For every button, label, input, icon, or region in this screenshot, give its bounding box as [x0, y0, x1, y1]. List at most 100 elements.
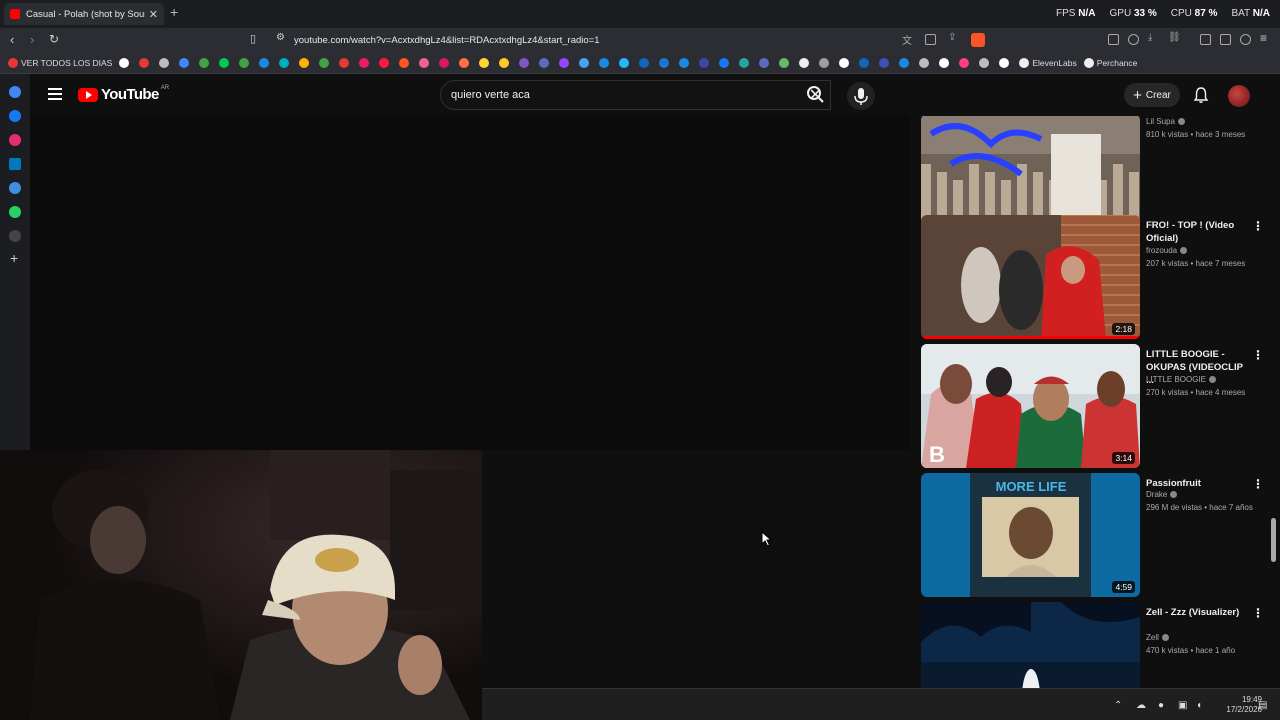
bookmark-item[interactable]: [639, 57, 652, 68]
bookmark-item[interactable]: [339, 57, 352, 68]
video-player[interactable]: [30, 116, 910, 450]
video-thumbnail[interactable]: MORE LIFE 4:59: [921, 473, 1140, 597]
bookmark-item[interactable]: [819, 57, 832, 68]
volume-icon[interactable]: ◖: [1196, 700, 1202, 711]
microphone-tray-icon[interactable]: ●: [1158, 700, 1164, 711]
trello-icon[interactable]: [9, 158, 21, 170]
system-clock[interactable]: 19:49 17/2/2026: [1226, 695, 1262, 715]
bookmark-item[interactable]: [659, 57, 672, 68]
channel-name[interactable]: LITTLE BOOGIE: [1146, 375, 1217, 384]
bookmark-item[interactable]: [959, 57, 972, 68]
bookmark-item[interactable]: [859, 57, 872, 68]
video-title[interactable]: Passionfruit: [1146, 477, 1246, 490]
notification-center-icon[interactable]: ▤: [1258, 700, 1267, 711]
bookmark-item[interactable]: [259, 57, 272, 68]
bookmark-item[interactable]: ElevenLabs: [1019, 57, 1077, 68]
bookmark-item[interactable]: [239, 57, 252, 68]
search-button[interactable]: [800, 80, 832, 110]
bookmark-item[interactable]: VER TODOS LOS DIAS: [8, 57, 112, 68]
translate-icon[interactable]: 文: [902, 32, 913, 47]
address-bar[interactable]: ⚙ youtube.com/watch?v=AcxtxdhgLz4&list=R…: [272, 31, 992, 49]
bookmark-item[interactable]: [459, 57, 472, 68]
url-text[interactable]: youtube.com/watch?v=AcxtxdhgLz4&list=RDA…: [294, 35, 599, 46]
settings-icon[interactable]: [9, 230, 21, 242]
download-icon[interactable]: ⤓: [1148, 32, 1159, 43]
whatsapp-icon[interactable]: [9, 206, 21, 218]
bookmark-item[interactable]: [799, 57, 812, 68]
bookmark-item[interactable]: [839, 57, 852, 68]
extensions-icon[interactable]: [1108, 34, 1119, 45]
hamburger-menu-icon[interactable]: [48, 88, 62, 100]
bookmark-item[interactable]: [739, 57, 752, 68]
bookmark-item[interactable]: [899, 57, 912, 68]
music-icon[interactable]: [1200, 34, 1211, 45]
tray-overflow-icon[interactable]: ⌃: [1114, 700, 1122, 711]
bookmark-item[interactable]: [979, 57, 992, 68]
more-options-icon[interactable]: ⋮: [1252, 219, 1264, 233]
instagram-icon[interactable]: [9, 134, 21, 146]
bookmark-item[interactable]: [179, 57, 192, 68]
youtube-logo[interactable]: YouTube AR: [78, 85, 169, 103]
bookmark-item[interactable]: [439, 57, 452, 68]
bookmark-item[interactable]: [759, 57, 772, 68]
scrollbar-thumb[interactable]: [1271, 518, 1276, 562]
channel-name[interactable]: Zell: [1146, 633, 1169, 642]
new-tab-button[interactable]: +: [170, 4, 178, 20]
recommendation-item[interactable]: B 3:14 LITTLE BOOGIE - OKUPAS (VIDEOCLIP .…: [920, 344, 1270, 468]
notifications-button[interactable]: [1193, 86, 1209, 109]
back-icon[interactable]: ‹: [10, 32, 14, 47]
account-avatar[interactable]: [1228, 85, 1250, 107]
add-panel-icon[interactable]: +: [10, 250, 18, 266]
link-icon[interactable]: ⛓: [1168, 32, 1181, 43]
bookmark-item[interactable]: [539, 57, 552, 68]
search-input[interactable]: [451, 89, 771, 101]
bookmark-item[interactable]: [779, 57, 792, 68]
share-icon[interactable]: ⇪: [948, 32, 959, 43]
bookmark-item[interactable]: [719, 57, 732, 68]
more-options-icon[interactable]: ⋮: [1252, 348, 1264, 362]
bookmark-item[interactable]: [879, 57, 892, 68]
facebook-icon[interactable]: [9, 110, 21, 122]
bookmark-item[interactable]: [119, 57, 132, 68]
video-thumbnail[interactable]: B 3:14: [921, 344, 1140, 468]
chrome-icon[interactable]: [9, 86, 21, 98]
site-info-icon[interactable]: ⚙: [276, 32, 285, 43]
forward-icon[interactable]: ›: [30, 32, 34, 47]
network-icon[interactable]: ▣: [1178, 700, 1187, 711]
bookmark-item[interactable]: [219, 57, 232, 68]
bookmark-item[interactable]: [579, 57, 592, 68]
reload-icon[interactable]: ↻: [49, 32, 59, 46]
video-thumbnail[interactable]: 2:18: [921, 215, 1140, 339]
recommendation-item[interactable]: 2:18 FRO! - TOP ! (Video Oficial) frozouda…: [920, 215, 1270, 339]
vpn-icon[interactable]: [1128, 34, 1139, 45]
bookmark-page-icon[interactable]: ▯: [250, 32, 256, 45]
create-button[interactable]: + Crear: [1124, 83, 1180, 107]
more-options-icon[interactable]: ⋮: [1252, 606, 1264, 620]
bookmark-item[interactable]: [159, 57, 172, 68]
bookmark-item[interactable]: [139, 57, 152, 68]
bookmark-item[interactable]: [479, 57, 492, 68]
bookmark-item[interactable]: [519, 57, 532, 68]
recommendation-item[interactable]: Zell - Zzz (Visualizer) Zell 470 k vistas …: [920, 602, 1270, 688]
bookmark-item[interactable]: [419, 57, 432, 68]
bookmark-item[interactable]: [199, 57, 212, 68]
more-options-icon[interactable]: ⋮: [1252, 477, 1264, 491]
bookmark-item[interactable]: [999, 57, 1012, 68]
bookmark-item[interactable]: [559, 57, 572, 68]
bookmark-item[interactable]: [279, 57, 292, 68]
bookmark-item[interactable]: [399, 57, 412, 68]
screenshot-icon[interactable]: [925, 34, 936, 45]
bookmark-item[interactable]: [679, 57, 692, 68]
voice-search-button[interactable]: [847, 82, 875, 110]
bookmark-item[interactable]: [919, 57, 932, 68]
bookmark-item[interactable]: [939, 57, 952, 68]
bookmark-item[interactable]: [599, 57, 612, 68]
bookmark-item[interactable]: [699, 57, 712, 68]
close-tab-icon[interactable]: ✕: [149, 8, 158, 21]
channel-name[interactable]: frozouda: [1146, 246, 1188, 255]
wallet-icon[interactable]: [1240, 34, 1251, 45]
bookmark-item[interactable]: [619, 57, 632, 68]
bookmark-item[interactable]: Perchance: [1083, 57, 1137, 68]
browser-tab[interactable]: Casual - Polah (shot by Soundtr... ✕: [4, 3, 164, 25]
bookmark-item[interactable]: [319, 57, 332, 68]
